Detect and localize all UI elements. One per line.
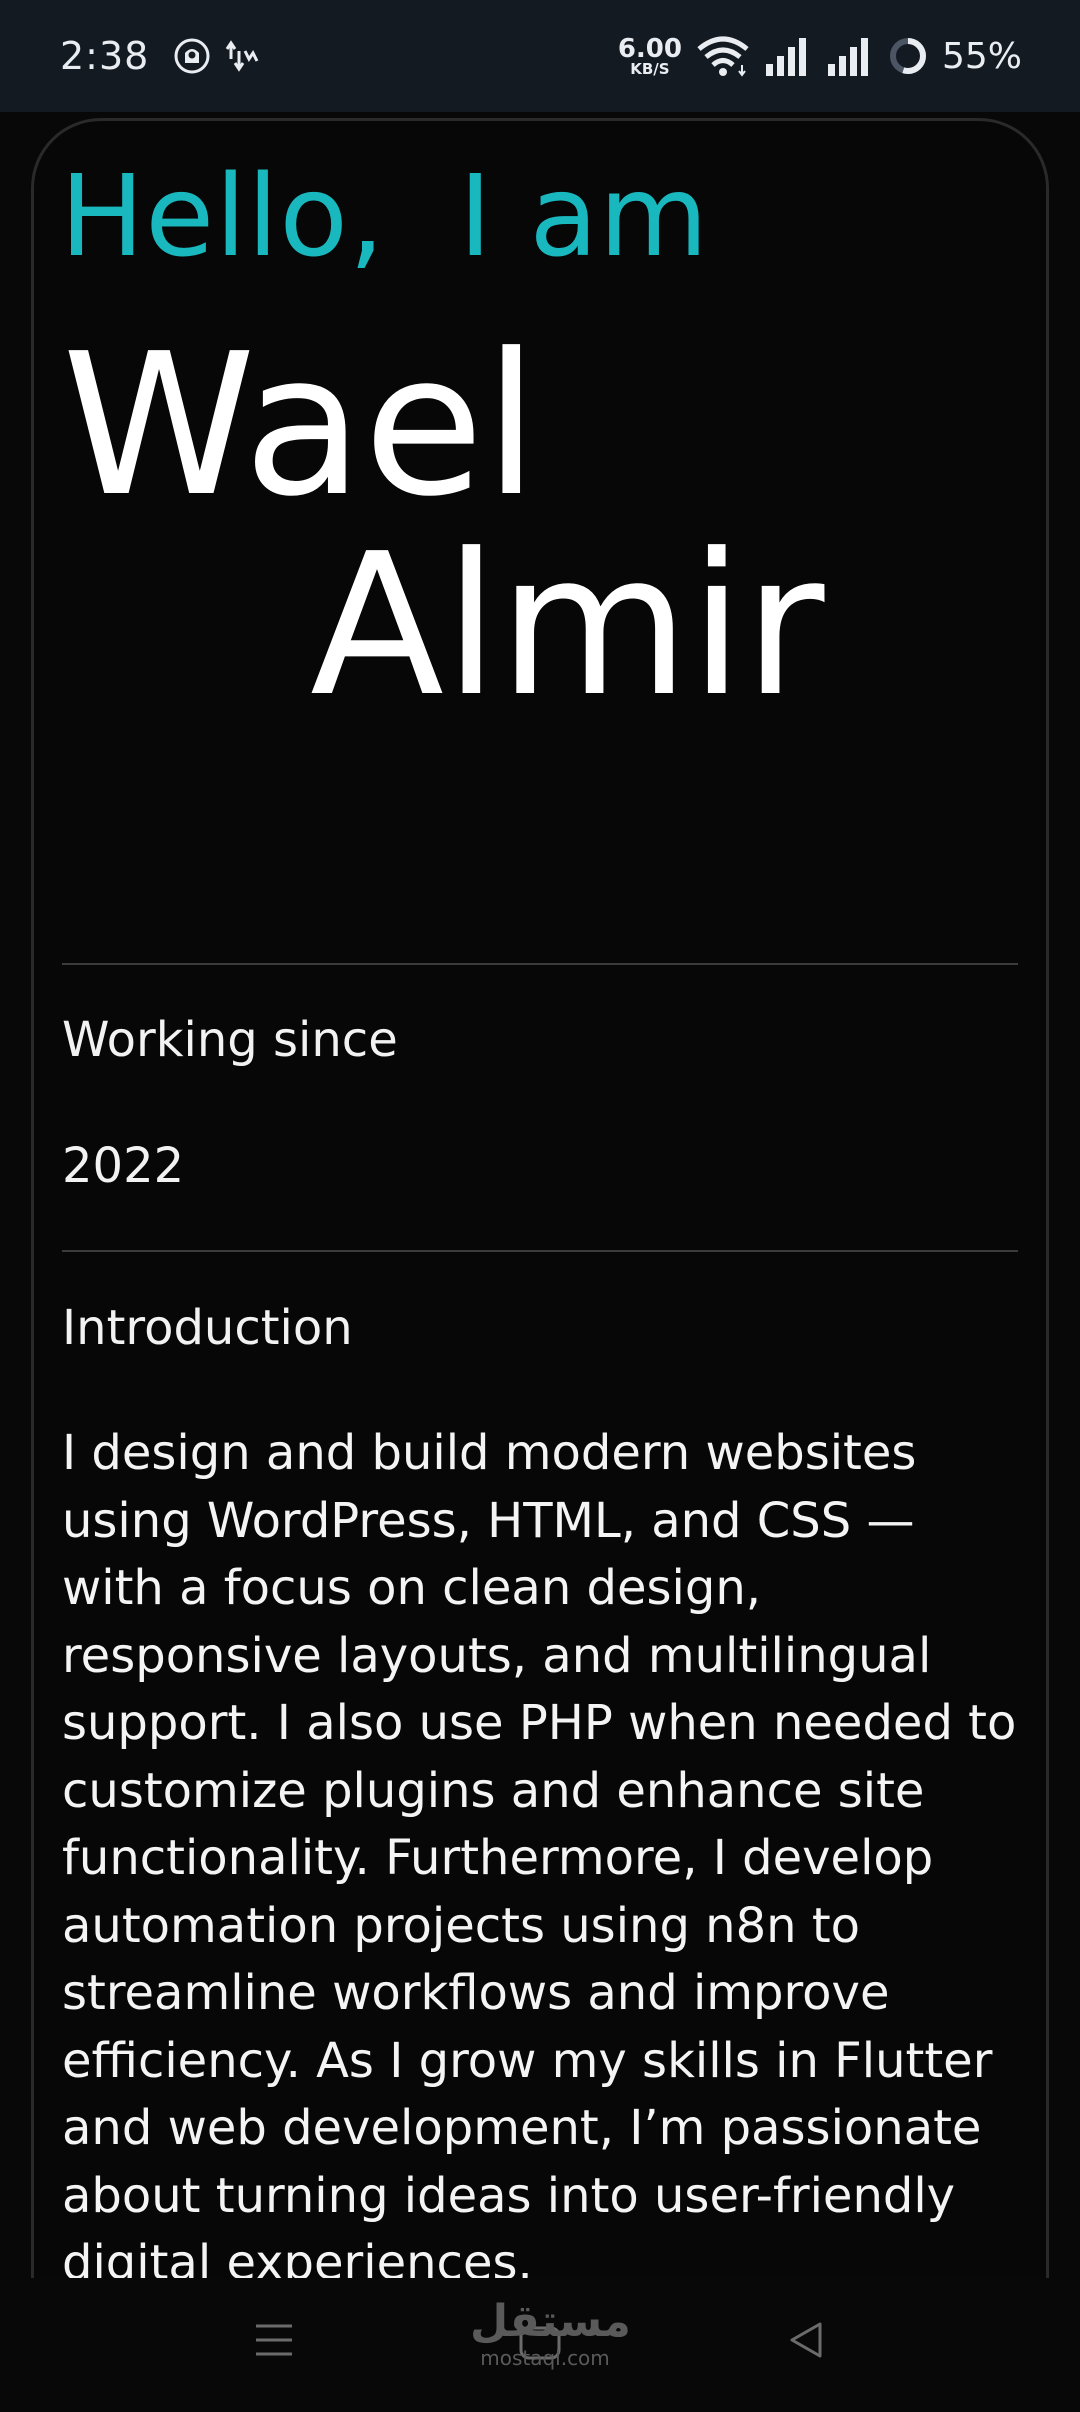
watermark-arabic: مستقل <box>470 2296 631 2347</box>
app-notification-icon <box>174 38 210 74</box>
network-speed-unit: KB/S <box>630 59 670 78</box>
battery-ring-icon <box>889 38 926 74</box>
wifi-icon <box>697 36 749 77</box>
last-name: Almir <box>310 512 825 740</box>
working-since-value: 2022 <box>62 1138 185 1194</box>
status-left-icons <box>173 37 263 75</box>
divider <box>62 1250 1018 1252</box>
cellular-signal-icon <box>827 38 868 76</box>
working-since-label: Working since <box>62 1012 398 1068</box>
network-speed-value: 6.00 <box>617 33 682 64</box>
divider <box>62 963 1018 965</box>
back-icon[interactable] <box>786 2320 826 2360</box>
mostaql-watermark: مستقل mostaql.com <box>470 2296 631 2370</box>
battery-percent: 55% <box>941 35 1022 77</box>
data-transfer-icon <box>226 40 259 72</box>
network-speed: 6.00 KB/S <box>618 36 682 77</box>
introduction-label: Introduction <box>62 1300 353 1356</box>
introduction-text: I design and build modern websites using… <box>62 1425 1017 2291</box>
status-bar: 2:38 6.00 KB/S 55% <box>0 0 1080 112</box>
status-right-icons: 6.00 KB/S 55% <box>618 35 1022 77</box>
status-time: 2:38 <box>60 34 150 78</box>
watermark-latin: mostaql.com <box>480 2346 610 2370</box>
cellular-signal-icon <box>765 38 806 76</box>
greeting-text: Hello, I am <box>60 152 710 282</box>
first-name: Wael <box>62 312 539 540</box>
recent-apps-icon[interactable] <box>254 2320 294 2360</box>
